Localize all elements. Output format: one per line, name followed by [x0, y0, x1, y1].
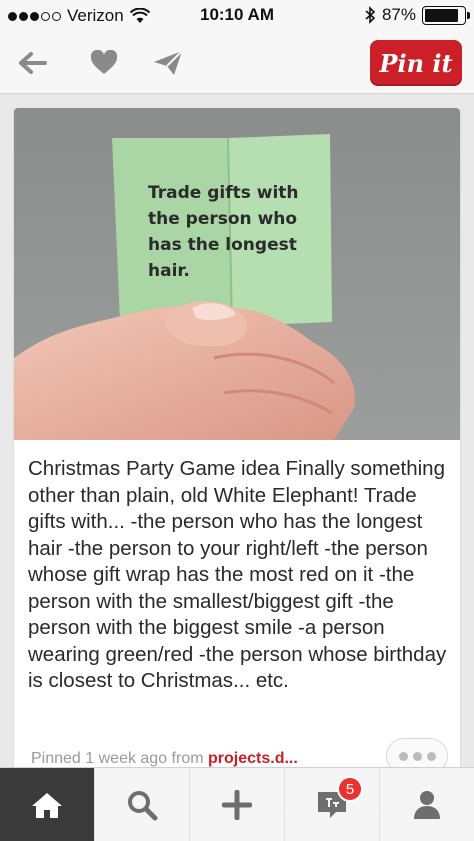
bottom-tab-bar: 5: [0, 767, 474, 841]
svg-text:hair.: hair.: [148, 261, 190, 281]
svg-text:the person who: the person who: [148, 209, 297, 229]
pin-image[interactable]: Trade gifts with the person who has the …: [14, 108, 460, 440]
arrow-left-icon: [19, 52, 47, 74]
tab-profile[interactable]: [379, 768, 474, 841]
tab-home[interactable]: [0, 768, 94, 841]
image-text-line: Trade gifts with: [148, 183, 299, 203]
pin-description: Christmas Party Game idea Finally someth…: [28, 457, 447, 692]
paper-plane-icon: [154, 50, 183, 75]
image-text-line: hair.: [148, 261, 190, 281]
image-text-line: has the longest: [148, 235, 297, 255]
battery-icon: [422, 5, 470, 25]
status-bar: Verizon 10:10 AM 87%: [0, 0, 474, 32]
search-icon: [128, 790, 158, 820]
svg-text:has the longest: has the longest: [148, 235, 297, 255]
home-icon: [32, 792, 62, 818]
like-button[interactable]: [88, 48, 120, 78]
send-button[interactable]: [152, 48, 184, 78]
profile-icon: [414, 790, 440, 819]
tab-search[interactable]: [94, 768, 189, 841]
heart-icon: [90, 50, 118, 74]
notification-badge: 5: [337, 776, 363, 802]
back-button[interactable]: [16, 48, 48, 78]
add-icon: [222, 789, 252, 820]
status-right-group: 87%: [364, 5, 470, 25]
more-dots-icon: [398, 751, 408, 761]
top-toolbar: Pin it: [0, 32, 474, 94]
pinned-prefix: Pinned 1 week ago from: [31, 750, 208, 767]
battery-percent: 87%: [381, 5, 416, 24]
bluetooth-icon: [365, 6, 376, 24]
tab-notifications[interactable]: 5: [284, 768, 379, 841]
pin-it-button[interactable]: Pin it: [370, 40, 462, 86]
pin-card: Trade gifts with the person who has the …: [14, 108, 460, 808]
source-link[interactable]: projects.d...: [208, 750, 298, 767]
tab-add[interactable]: [189, 768, 284, 841]
pinned-info: Pinned 1 week ago from projects.d...: [31, 750, 298, 768]
image-text-line: the person who: [148, 209, 297, 229]
svg-text:Trade gifts with: Trade gifts with: [148, 183, 299, 203]
